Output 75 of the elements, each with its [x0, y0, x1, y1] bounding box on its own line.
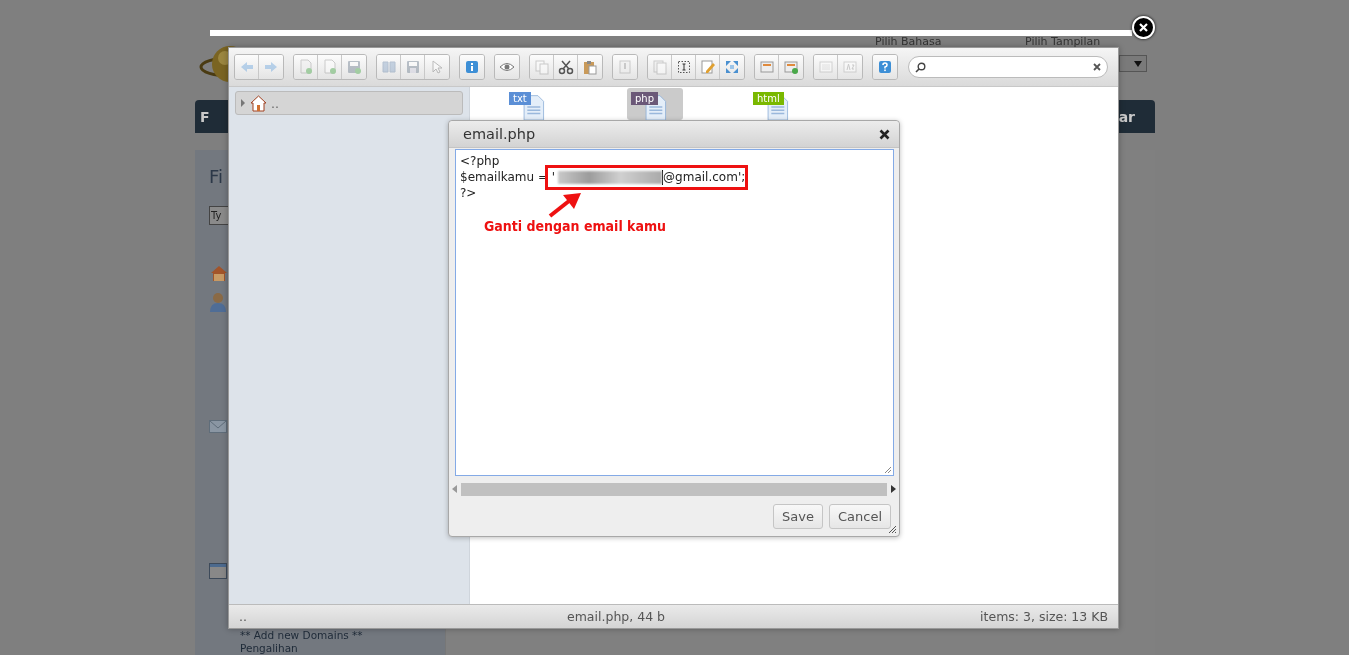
search-field[interactable]: Ty — [209, 206, 228, 225]
panel-icon — [758, 59, 775, 75]
resize-grip-icon[interactable] — [884, 466, 892, 474]
pages-icon — [651, 59, 668, 75]
list-icon — [817, 59, 834, 75]
annotation-text: Ganti dengan email kamu — [484, 218, 667, 234]
copy-icon — [533, 59, 550, 75]
close-icon — [1139, 23, 1148, 32]
pencil-page-icon — [699, 59, 716, 75]
close-icon[interactable] — [879, 128, 890, 140]
search-icon — [915, 61, 926, 73]
scroll-left-icon[interactable] — [452, 485, 457, 493]
clear-icon[interactable] — [1093, 63, 1101, 71]
redirect-link[interactable]: Pengalihan — [240, 642, 363, 655]
status-summary: items: 3, size: 13 KB — [980, 609, 1108, 624]
window-icon[interactable] — [209, 563, 227, 579]
close-button[interactable] — [1132, 16, 1155, 39]
floppy-icon — [404, 59, 421, 75]
expand-icon — [724, 59, 740, 75]
sort-icon — [842, 59, 858, 75]
caret-icon — [1134, 60, 1142, 67]
language-label: Pilih Bahasa — [875, 36, 942, 47]
expand-arrow-icon[interactable] — [240, 99, 246, 107]
pointer-arrow — [547, 191, 583, 219]
file-type-label: html — [753, 92, 784, 105]
info-button[interactable] — [460, 55, 484, 79]
text-cursor-button[interactable] — [672, 55, 696, 79]
scroll-right-icon[interactable] — [891, 485, 896, 493]
cancel-button[interactable]: Cancel — [828, 504, 891, 529]
book-icon — [380, 59, 397, 75]
code-text: @gmail.com'; — [663, 169, 746, 185]
status-path: .. — [239, 609, 248, 624]
domain-link[interactable]: ** Add new Domains ** — [240, 629, 363, 642]
sidebar-heading: Fi — [209, 166, 224, 187]
text-cursor-icon — [675, 59, 692, 75]
search-field[interactable] — [908, 56, 1108, 78]
floppy-icon — [346, 59, 362, 75]
panel-button[interactable] — [755, 55, 779, 79]
house-icon[interactable] — [209, 263, 229, 283]
theme-label: Pilih Tampilan — [1025, 36, 1101, 47]
file-item[interactable]: php — [627, 88, 683, 120]
pointer-icon — [429, 59, 445, 75]
help-icon — [877, 59, 893, 75]
page-plus-icon — [297, 59, 314, 75]
clipboard-button[interactable] — [578, 55, 602, 79]
user-icon[interactable] — [209, 292, 227, 312]
theme-select[interactable] — [1119, 55, 1147, 72]
status-selection: email.php, 44 b — [567, 609, 665, 624]
dialog-title: email.php — [463, 126, 536, 142]
code-text: <?php — [460, 153, 500, 169]
panel-plus-button[interactable] — [779, 55, 803, 79]
file-type-label: php — [631, 92, 659, 105]
info-icon — [464, 59, 480, 75]
horizontal-scrollbar[interactable] — [461, 482, 887, 496]
clipboard-icon — [582, 59, 598, 75]
help-button[interactable] — [873, 55, 897, 79]
nav-item[interactable]: ar — [1118, 108, 1155, 125]
scissors-button[interactable] — [554, 55, 578, 79]
page-plus-icon — [321, 59, 338, 75]
resize-grip-icon[interactable] — [888, 525, 897, 534]
code-text: ?> — [460, 185, 477, 201]
panel-plus-icon — [783, 59, 799, 75]
scissors-icon — [557, 59, 574, 75]
tree-label: .. — [271, 95, 279, 111]
save-button[interactable]: Save — [773, 504, 823, 529]
file-item[interactable]: txt — [505, 88, 561, 120]
arrow-right-icon — [263, 59, 279, 75]
nav-item[interactable]: F — [195, 108, 210, 125]
home-icon — [250, 94, 267, 112]
expand-button[interactable] — [720, 55, 744, 79]
page-icon — [617, 59, 633, 75]
file-type-label: txt — [509, 92, 531, 105]
tree-item[interactable]: .. — [235, 91, 463, 115]
envelope-icon[interactable] — [209, 420, 227, 433]
eye-button[interactable] — [495, 55, 519, 79]
